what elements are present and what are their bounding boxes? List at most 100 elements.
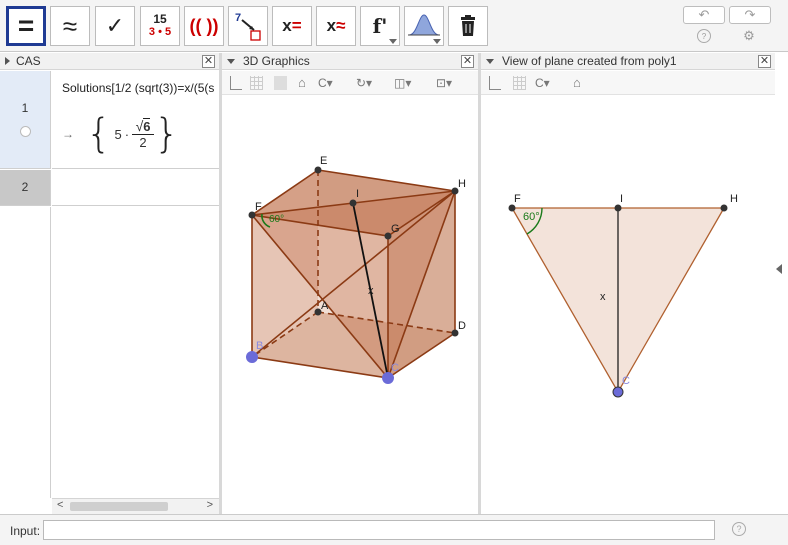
close-icon: ✕ xyxy=(759,55,770,67)
cas-row-gutter xyxy=(0,207,51,498)
label-B: B xyxy=(256,340,263,352)
label-H: H xyxy=(458,178,466,190)
undo-button[interactable]: ↶ xyxy=(683,6,725,24)
collapse-triangle-icon[interactable] xyxy=(227,58,235,64)
factor-icon-top: 15 xyxy=(153,12,167,26)
redo-icon: ↷ xyxy=(744,7,756,22)
grid-icon[interactable] xyxy=(513,76,526,90)
delete-button[interactable] xyxy=(448,6,488,46)
toolbar: = ≈ ✓ 15 3 • 5 (( )) 7 x= x≈ f' ↶ ↷ ? ⚙ xyxy=(0,0,788,52)
help-icon[interactable]: ? xyxy=(697,29,711,43)
probability-button[interactable] xyxy=(404,6,444,46)
numeric-button[interactable]: ≈ xyxy=(50,6,90,46)
close-icon: ✕ xyxy=(203,55,214,67)
view-rotate-icon[interactable]: C▾ xyxy=(535,76,550,90)
factor-icon-bottom: 3 • 5 xyxy=(148,26,172,38)
substitute-icon: 7 xyxy=(235,12,261,41)
point-B[interactable] xyxy=(246,351,258,363)
close-cas-button[interactable]: ✕ xyxy=(202,55,215,68)
label-E: E xyxy=(320,155,327,167)
expand-icon: (( )) xyxy=(189,15,219,36)
home-icon[interactable]: ⌂ xyxy=(298,76,306,90)
close-graphics3d-button[interactable]: ✕ xyxy=(461,55,474,68)
cas-header: CAS ✕ xyxy=(0,53,219,70)
label-H: H xyxy=(730,193,738,205)
point-C[interactable] xyxy=(612,386,624,398)
keep-input-button[interactable]: ✓ xyxy=(95,6,135,46)
input-bar: Input: ? xyxy=(0,514,788,545)
solve-button[interactable]: x= xyxy=(272,6,312,46)
rotate-view-icon[interactable]: ↻▾ xyxy=(356,76,372,90)
input-field[interactable] xyxy=(43,520,715,540)
gear-icon[interactable]: ⚙ xyxy=(742,28,756,43)
cas-cell-1[interactable]: Solutions[1/2 (sqrt(3))=x/(5(s → { 5 · √… xyxy=(52,71,219,169)
label-F: F xyxy=(255,201,262,213)
scroll-left-icon[interactable]: < xyxy=(57,499,63,511)
axes-icon[interactable] xyxy=(230,76,242,90)
cas-cell-2[interactable] xyxy=(52,170,219,206)
label-D: D xyxy=(458,320,466,332)
scroll-right-icon[interactable]: > xyxy=(207,499,213,511)
redo-button[interactable]: ↷ xyxy=(729,6,771,24)
label-I: I xyxy=(356,188,359,200)
graphics3d-canvas[interactable]: 60° E F I H G A D x B C xyxy=(222,95,478,514)
output-dot: · xyxy=(124,126,130,142)
angle-label: 60° xyxy=(269,214,284,225)
label-C: C xyxy=(622,375,630,387)
close-plane-view-button[interactable]: ✕ xyxy=(758,55,771,68)
graphics3d-header: 3D Graphics ✕ xyxy=(222,53,478,70)
cas-row-radio[interactable] xyxy=(20,126,31,137)
input-help-icon[interactable]: ? xyxy=(732,522,746,536)
dropdown-arrow-icon xyxy=(389,39,397,44)
expand-button[interactable]: (( )) xyxy=(184,6,224,46)
sqrt-icon: √ xyxy=(135,118,144,134)
plane-view-canvas[interactable]: 60° F I H x C xyxy=(481,95,775,514)
derivative-button[interactable]: f' xyxy=(360,6,400,46)
substitute-button[interactable]: 7 xyxy=(228,6,268,46)
sqrt-radicand: 6 xyxy=(143,118,151,134)
view-rotate-icon[interactable]: C▾ xyxy=(318,76,333,90)
cas-row-number-2[interactable]: 2 xyxy=(0,170,51,206)
solve-numerically-button[interactable]: x≈ xyxy=(316,6,356,46)
trash-icon xyxy=(461,15,475,36)
solve-icon: x= xyxy=(282,16,302,35)
cas-row-number-label: 1 xyxy=(21,101,29,115)
scroll-thumb[interactable] xyxy=(70,502,168,511)
label-I: I xyxy=(620,193,623,205)
cas-input-1[interactable]: Solutions[1/2 (sqrt(3))=x/(5(s xyxy=(62,81,214,95)
plane-icon[interactable] xyxy=(274,76,287,90)
graphics3d-title: 3D Graphics xyxy=(243,54,310,68)
evaluate-button[interactable]: = xyxy=(6,6,46,46)
output-denominator: 2 xyxy=(132,134,155,150)
label-G: G xyxy=(391,223,400,235)
cas-title: CAS xyxy=(16,54,41,68)
label-style-icon[interactable]: ⊡▾ xyxy=(436,76,452,90)
plane-view-header: View of plane created from poly1 ✕ xyxy=(481,53,775,70)
check-icon: ✓ xyxy=(105,13,125,38)
output-fraction: √ 6 2 xyxy=(132,118,155,150)
cas-row-number-1[interactable]: 1 xyxy=(0,71,51,169)
collapse-triangle-icon[interactable] xyxy=(486,58,494,64)
axes-icon[interactable] xyxy=(489,76,501,90)
left-brace: { xyxy=(86,111,112,157)
label-x: x xyxy=(368,285,374,297)
label-C: C xyxy=(391,362,399,374)
graphics3d-panel: 3D Graphics ✕ ⌂ C▾ ↻▾ ◫▾ ⊡▾ 60° E F I H … xyxy=(222,53,478,514)
side-panel-toggle-icon[interactable] xyxy=(776,264,782,274)
label-A: A xyxy=(321,300,329,312)
output-coefficient: 5 xyxy=(114,126,122,142)
svg-text:7: 7 xyxy=(235,12,241,24)
dropdown-arrow-icon xyxy=(433,39,441,44)
output-arrow: → xyxy=(62,127,74,141)
expand-triangle-icon[interactable] xyxy=(5,57,10,65)
factor-button[interactable]: 15 3 • 5 xyxy=(140,6,180,46)
plane-view-panel: View of plane created from poly1 ✕ C▾ ⌂ … xyxy=(481,53,775,514)
approx-icon: ≈ xyxy=(62,10,78,41)
cas-horizontal-scrollbar[interactable]: < > xyxy=(52,498,219,514)
label-F: F xyxy=(514,193,521,205)
home-icon[interactable]: ⌂ xyxy=(573,76,581,90)
grid-icon[interactable] xyxy=(250,76,263,90)
cas-row-number-label: 2 xyxy=(21,180,29,194)
projection-icon[interactable]: ◫▾ xyxy=(394,76,411,90)
derivative-icon: f' xyxy=(372,14,388,38)
